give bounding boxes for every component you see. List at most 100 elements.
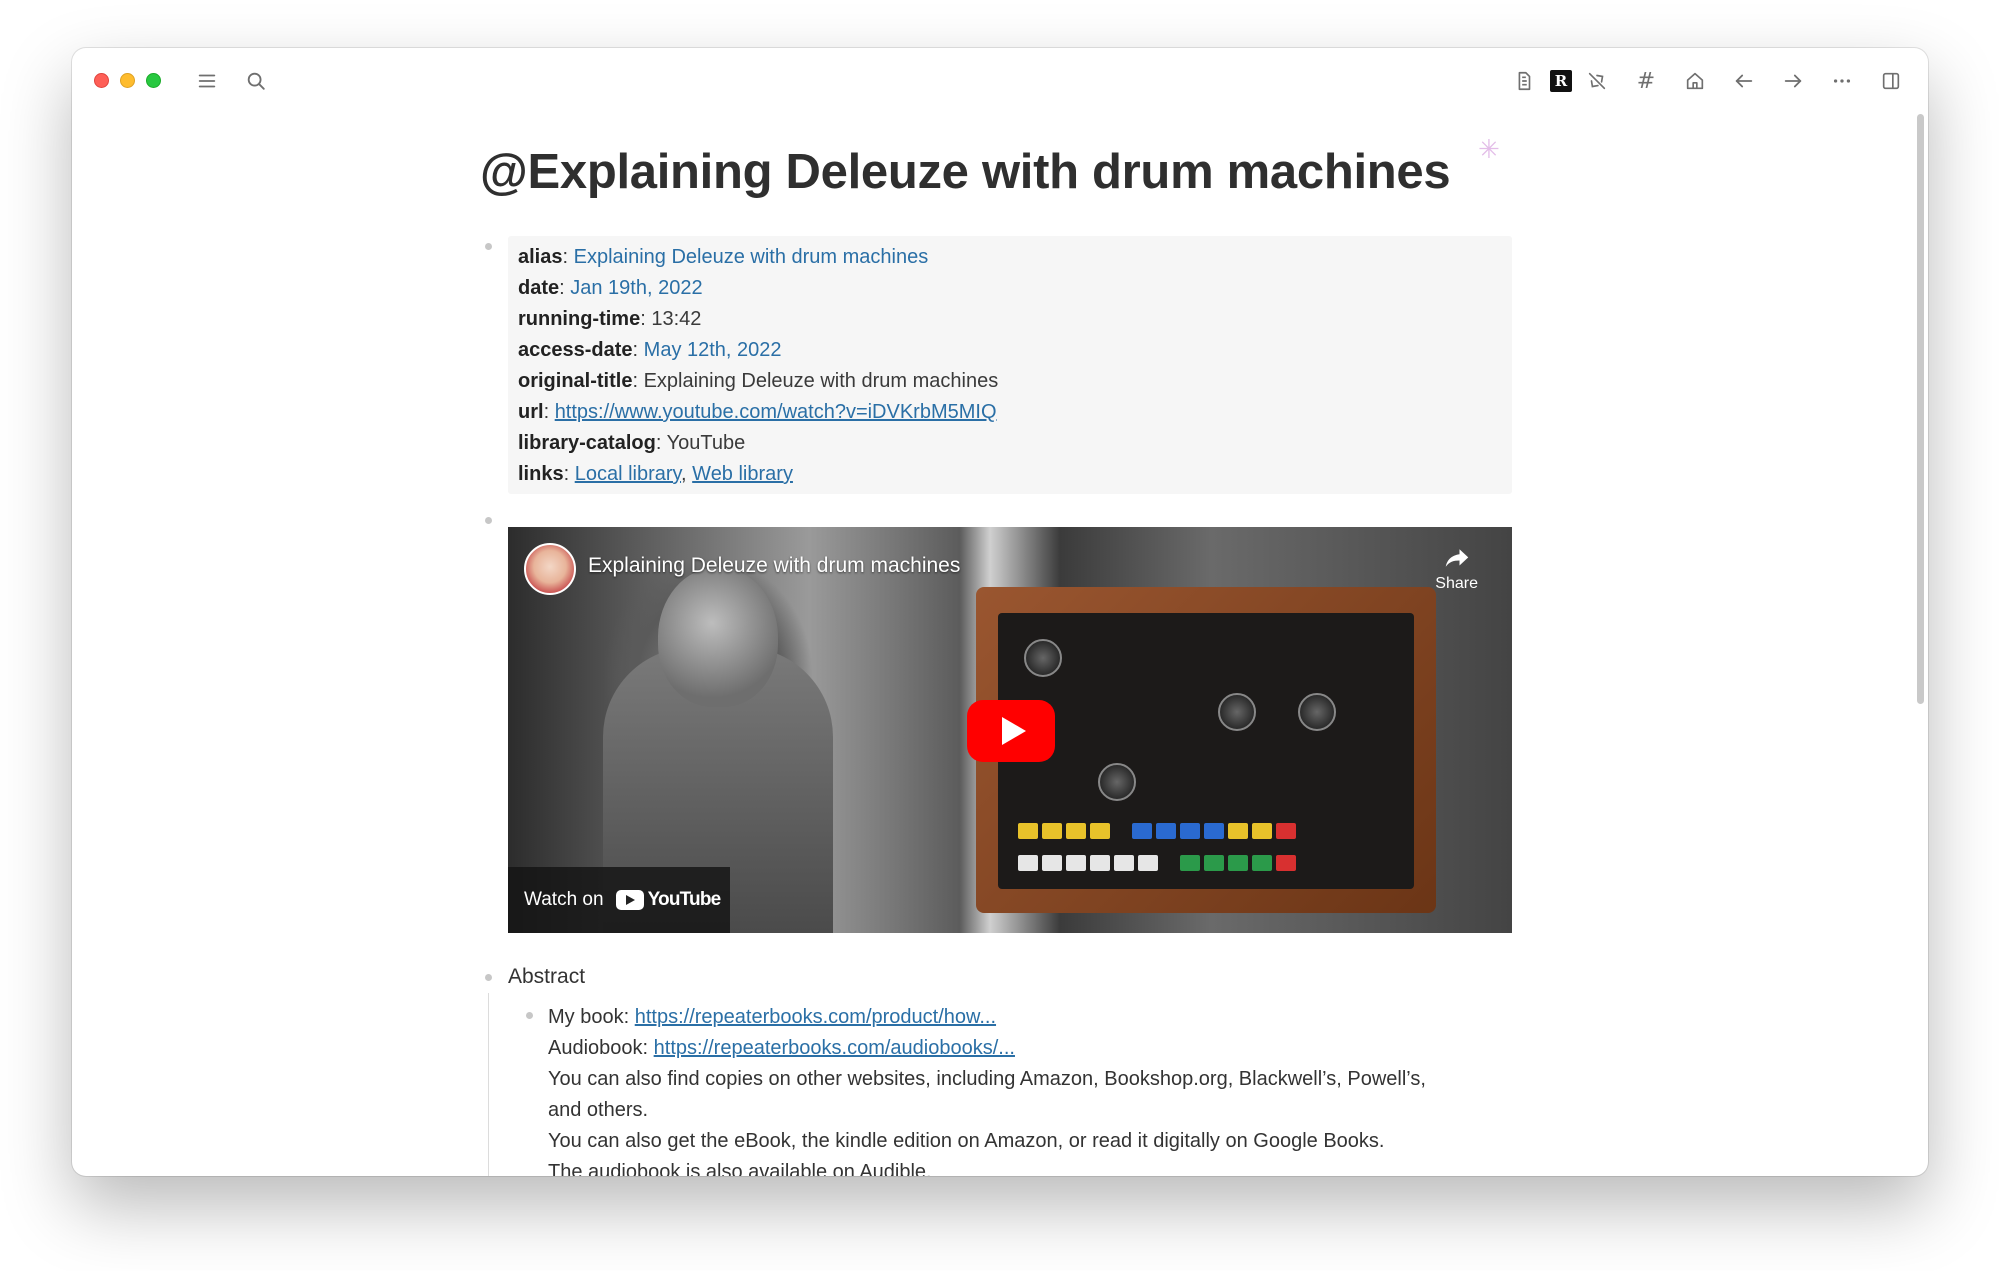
web-library-link[interactable]: Web library [692, 463, 793, 485]
pad [1132, 823, 1152, 839]
property-key: url [518, 401, 544, 423]
sidebar-toggle-icon[interactable] [1876, 66, 1906, 96]
youtube-embed[interactable]: Explaining Deleuze with drum machines Sh… [508, 527, 1512, 933]
property-url: url: https://www.youtube.com/watch?v=iDV… [518, 401, 997, 423]
pad [1228, 823, 1248, 839]
property-library-catalog: library-catalog: YouTube [518, 432, 746, 454]
running-time-value: 13:42 [651, 308, 702, 330]
scrollbar[interactable] [1917, 114, 1924, 704]
home-icon[interactable] [1680, 66, 1710, 96]
url-link[interactable]: https://www.youtube.com/watch?v=iDVKrbM5… [555, 401, 997, 423]
book-link[interactable]: https://repeaterbooks.com/product/how... [635, 1006, 996, 1028]
pad [1252, 855, 1272, 871]
pad [1204, 855, 1224, 871]
forward-arrow-icon[interactable] [1778, 66, 1808, 96]
pad [1018, 823, 1038, 839]
pad-row [1018, 855, 1296, 871]
pad [1252, 823, 1272, 839]
property-access-date: access-date: May 12th, 2022 [518, 339, 782, 361]
property-key: library-catalog [518, 432, 656, 454]
audiobook-line: Audiobook: https://repeaterbooks.com/aud… [548, 1033, 1528, 1064]
abstract-child-block: My book: https://repeaterbooks.com/produ… [548, 1002, 1528, 1176]
property-original-title: original-title: Explaining Deleuze with … [518, 370, 999, 392]
sparkle-icon: ✳ [1478, 134, 1500, 164]
links-separator: , [681, 463, 687, 485]
pad [1090, 855, 1110, 871]
properties-block: alias: Explaining Deleuze with drum mach… [508, 236, 1512, 494]
abstract-heading: Abstract [508, 965, 586, 988]
block-bullet[interactable] [485, 974, 492, 981]
hash-icon[interactable]: # [1631, 66, 1661, 96]
access-date-link[interactable]: May 12th, 2022 [644, 339, 782, 361]
book-prefix: My book: [548, 1006, 630, 1028]
abstract-text: The audiobook is also available on Audib… [548, 1161, 932, 1176]
knob [1024, 639, 1062, 677]
thumbnail-head [658, 567, 778, 707]
share-icon [1445, 549, 1468, 567]
library-catalog-value: YouTube [666, 432, 746, 454]
property-running-time: running-time: 13:42 [518, 308, 702, 330]
pad [1180, 823, 1200, 839]
pad [1042, 823, 1062, 839]
abstract-text: You can also find copies on other websit… [548, 1068, 1426, 1090]
watch-on-label: Watch on [524, 889, 604, 910]
pad [1180, 855, 1200, 871]
block-bullet[interactable] [485, 517, 492, 524]
titlebar: R # [72, 48, 1928, 112]
video-title[interactable]: Explaining Deleuze with drum machines [588, 554, 960, 578]
property-key: original-title [518, 370, 633, 392]
drum-machine-panel [998, 613, 1414, 889]
pad [1138, 855, 1158, 871]
puzzle-icon[interactable] [1582, 66, 1612, 96]
property-key: alias [518, 246, 563, 268]
play-button[interactable] [967, 700, 1055, 762]
close-window-button[interactable] [94, 73, 109, 88]
property-date: date: Jan 19th, 2022 [518, 277, 703, 299]
pad [1066, 823, 1086, 839]
page-title: @Explaining Deleuze with drum machines [480, 145, 1451, 199]
audiobook-prefix: Audiobook: [548, 1037, 649, 1059]
book-line: My book: https://repeaterbooks.com/produ… [548, 1002, 1528, 1033]
youtube-logo: YouTube [615, 889, 721, 911]
r-logo-icon[interactable]: R [1546, 66, 1576, 96]
r-logo-text: R [1550, 70, 1572, 92]
back-arrow-icon[interactable] [1729, 66, 1759, 96]
property-key: date [518, 277, 560, 299]
pad [1042, 855, 1062, 871]
property-key: links [518, 463, 564, 485]
abstract-text: and others. [548, 1099, 649, 1121]
share-button[interactable]: Share [1435, 543, 1478, 593]
pad [1090, 823, 1110, 839]
knob [1218, 693, 1256, 731]
pad-row [1018, 823, 1296, 839]
abstract-text: You can also get the eBook, the kindle e… [548, 1130, 1385, 1152]
pad [1114, 855, 1134, 871]
block-bullet[interactable] [526, 1012, 533, 1019]
maximize-window-button[interactable] [146, 73, 161, 88]
knob [1298, 693, 1336, 731]
app-window: R # @Explaining Deleuze with drum machin… [72, 48, 1928, 1176]
more-icon[interactable] [1827, 66, 1857, 96]
pad [1018, 855, 1038, 871]
pad [1276, 823, 1296, 839]
document-icon[interactable] [1509, 66, 1539, 96]
search-icon[interactable] [241, 66, 271, 96]
property-alias: alias: Explaining Deleuze with drum mach… [518, 246, 929, 268]
audiobook-link[interactable]: https://repeaterbooks.com/audiobooks/... [654, 1037, 1015, 1059]
channel-avatar[interactable] [524, 543, 576, 595]
menu-icon[interactable] [192, 66, 222, 96]
date-link[interactable]: Jan 19th, 2022 [570, 277, 702, 299]
original-title-value: Explaining Deleuze with drum machines [643, 370, 999, 392]
pad [1276, 855, 1296, 871]
watch-on-youtube-button[interactable]: Watch on YouTube [508, 867, 730, 933]
pad [1066, 855, 1086, 871]
property-links: links: Local library, Web library [518, 463, 793, 485]
property-key: running-time [518, 308, 641, 330]
pad [1204, 823, 1224, 839]
minimize-window-button[interactable] [120, 73, 135, 88]
local-library-link[interactable]: Local library [575, 463, 681, 485]
alias-link[interactable]: Explaining Deleuze with drum machines [574, 246, 929, 268]
youtube-play-icon [615, 890, 644, 910]
pad [1228, 855, 1248, 871]
block-bullet[interactable] [485, 243, 492, 250]
